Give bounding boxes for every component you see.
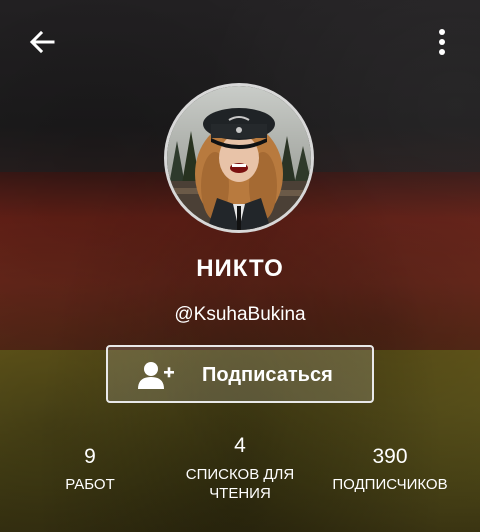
subscribe-button[interactable]: Подписаться: [106, 345, 374, 403]
arrow-left-icon: [29, 30, 55, 54]
profile-handle: @KsuhaBukina: [174, 304, 306, 325]
profile-screen: НИКТО @KsuhaBukina Подписаться 9 РАБОТ 4…: [0, 0, 480, 532]
stat-reading-lists-value: 4: [234, 434, 246, 457]
avatar[interactable]: [164, 83, 314, 233]
stat-reading-lists-label: СПИСКОВ ДЛЯ ЧТЕНИЯ: [165, 465, 315, 503]
stat-reading-lists[interactable]: 4 СПИСКОВ ДЛЯ ЧТЕНИЯ: [165, 434, 315, 503]
stat-reading-lists-label-line2: ЧТЕНИЯ: [209, 485, 271, 502]
profile-name: НИКТО: [196, 255, 284, 282]
stat-works-label: РАБОТ: [65, 476, 115, 493]
stat-followers-label: ПОДПИСЧИКОВ: [332, 476, 448, 493]
back-button[interactable]: [22, 22, 62, 62]
stat-reading-lists-label-line1: СПИСКОВ ДЛЯ: [185, 466, 295, 483]
add-user-icon: [138, 362, 174, 389]
stat-works-value: 9: [84, 445, 96, 468]
stat-followers[interactable]: 390 ПОДПИСЧИКОВ: [315, 445, 465, 494]
more-vertical-icon: [439, 29, 445, 55]
stat-works[interactable]: 9 РАБОТ: [40, 445, 140, 494]
more-options-button[interactable]: [422, 22, 462, 62]
avatar-image: [167, 86, 311, 230]
subscribe-button-label: Подписаться: [202, 364, 333, 386]
stat-followers-value: 390: [372, 445, 408, 468]
